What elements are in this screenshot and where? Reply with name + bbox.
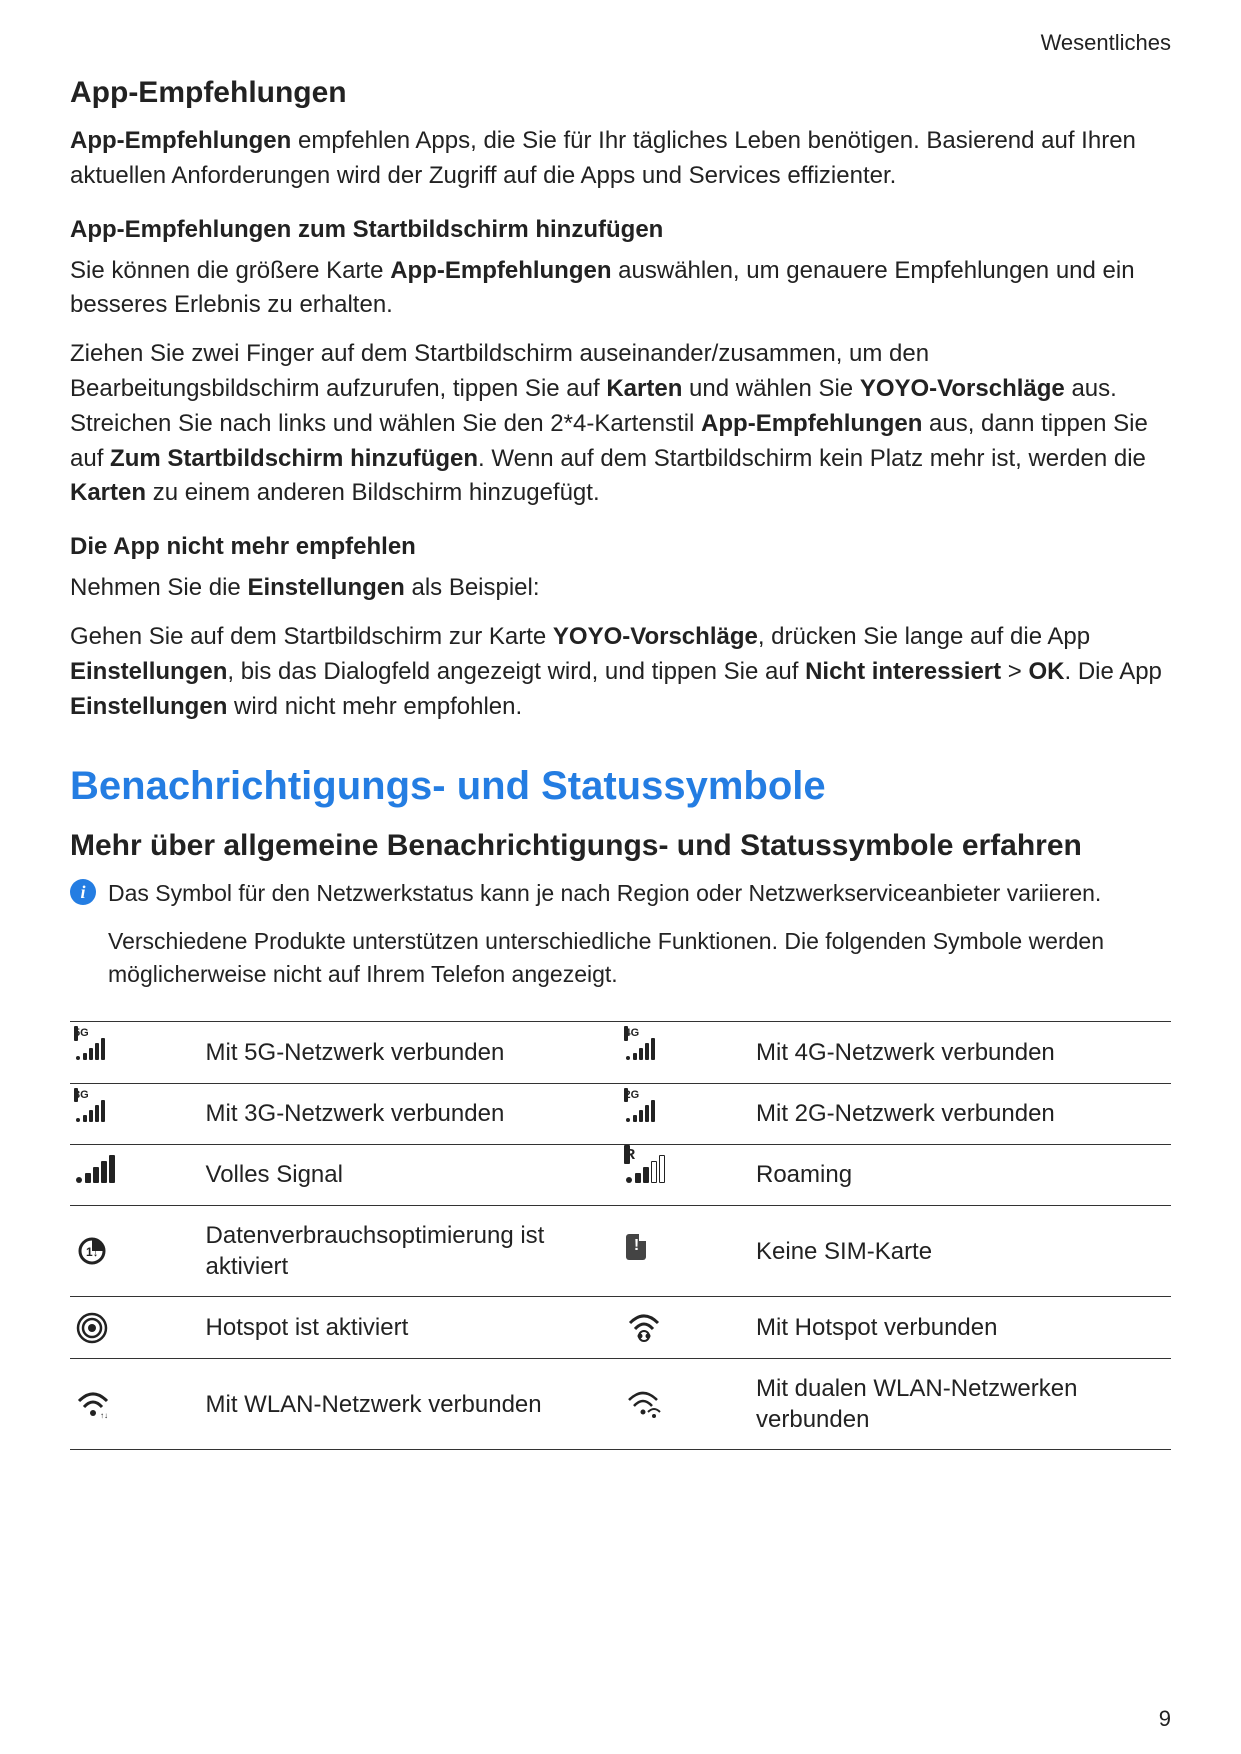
text: Nehmen Sie die bbox=[70, 574, 247, 601]
icon-description: Roaming bbox=[750, 1144, 1171, 1205]
document-page: Wesentliches App-Empfehlungen App-Empfeh… bbox=[0, 0, 1241, 1754]
status-icon-table: 5G Mit 5G-Netzwerk verbunden 4G Mit 4G-N… bbox=[70, 1021, 1171, 1450]
signal-4g-icon: 4G bbox=[620, 1022, 750, 1083]
table-row: Volles Signal R Roaming bbox=[70, 1144, 1171, 1205]
text: und wählen Sie bbox=[682, 375, 859, 402]
bold-text: Karten bbox=[606, 375, 682, 402]
signal-full-icon bbox=[70, 1144, 200, 1205]
bold-text: Zum Startbildschirm hinzufügen bbox=[110, 445, 478, 472]
table-row: ↑↓ Mit WLAN-Netzwerk verbunden Mit duale… bbox=[70, 1358, 1171, 1449]
note-text: Verschiedene Produkte unterstützen unter… bbox=[108, 925, 1171, 992]
bold-text: Einstellungen bbox=[70, 658, 227, 685]
text: , bis das Dialogfeld angezeigt wird, und… bbox=[227, 658, 805, 685]
bold-text: YOYO-Vorschläge bbox=[553, 623, 758, 650]
svg-text:1↓: 1↓ bbox=[86, 1245, 99, 1259]
icon-description: Mit dualen WLAN-Netzwerken verbunden bbox=[750, 1358, 1171, 1449]
wifi-icon: ↑↓ bbox=[70, 1358, 200, 1449]
bold-text: App-Empfehlungen bbox=[390, 257, 611, 284]
text: . Wenn auf dem Startbildschirm kein Plat… bbox=[478, 445, 1146, 472]
hotspot-icon bbox=[70, 1297, 200, 1359]
page-number: 9 bbox=[1159, 1706, 1171, 1732]
paragraph: Gehen Sie auf dem Startbildschirm zur Ka… bbox=[70, 620, 1171, 724]
icon-description: Mit 4G-Netzwerk verbunden bbox=[750, 1022, 1171, 1083]
text: , drücken Sie lange auf die App bbox=[758, 623, 1090, 650]
signal-3g-icon: 3G bbox=[70, 1083, 200, 1144]
bold-text: Nicht interessiert bbox=[805, 658, 1001, 685]
icon-description: Mit 2G-Netzwerk verbunden bbox=[750, 1083, 1171, 1144]
hotspot-connected-icon bbox=[620, 1297, 750, 1359]
heading-add-to-home: App-Empfehlungen zum Startbildschirm hin… bbox=[70, 216, 1171, 244]
heading-app-empfehlungen: App-Empfehlungen bbox=[70, 76, 1171, 110]
table-row: 5G Mit 5G-Netzwerk verbunden 4G Mit 4G-N… bbox=[70, 1022, 1171, 1083]
note-text: Das Symbol für den Netzwerkstatus kann j… bbox=[108, 877, 1171, 910]
icon-description: Mit 5G-Netzwerk verbunden bbox=[200, 1022, 621, 1083]
text: Sie können die größere Karte bbox=[70, 257, 390, 284]
text: zu einem anderen Bildschirm hinzugefügt. bbox=[146, 479, 600, 506]
icon-description: Mit 3G-Netzwerk verbunden bbox=[200, 1083, 621, 1144]
info-icon: i bbox=[70, 879, 96, 905]
icon-description: Hotspot ist aktiviert bbox=[200, 1297, 621, 1359]
no-sim-icon bbox=[620, 1205, 750, 1296]
info-note: i Das Symbol für den Netzwerkstatus kann… bbox=[70, 877, 1171, 1005]
paragraph: Sie können die größere Karte App-Empfehl… bbox=[70, 254, 1171, 324]
table-row: 3G Mit 3G-Netzwerk verbunden 2G Mit 2G-N… bbox=[70, 1083, 1171, 1144]
paragraph: App-Empfehlungen empfehlen Apps, die Sie… bbox=[70, 124, 1171, 194]
paragraph: Ziehen Sie zwei Finger auf dem Startbild… bbox=[70, 337, 1171, 511]
bold-text: App-Empfehlungen bbox=[701, 410, 922, 437]
signal-2g-icon: 2G bbox=[620, 1083, 750, 1144]
bold-text: Karten bbox=[70, 479, 146, 506]
bold-text: Einstellungen bbox=[70, 693, 227, 720]
text: als Beispiel: bbox=[405, 574, 540, 601]
heading-stop-recommend: Die App nicht mehr empfehlen bbox=[70, 533, 1171, 561]
signal-roaming-icon: R bbox=[620, 1144, 750, 1205]
icon-description: Volles Signal bbox=[200, 1144, 621, 1205]
wifi-dual-icon bbox=[620, 1358, 750, 1449]
text: . Die App bbox=[1065, 658, 1162, 685]
bold-text: OK bbox=[1029, 658, 1065, 685]
svg-text:↑↓: ↑↓ bbox=[100, 1411, 108, 1419]
signal-5g-icon: 5G bbox=[70, 1022, 200, 1083]
icon-description: Keine SIM-Karte bbox=[750, 1205, 1171, 1296]
heading-status-icons: Mehr über allgemeine Benachrichtigungs- … bbox=[70, 829, 1171, 863]
data-optimization-icon: 1↓ bbox=[70, 1205, 200, 1296]
bold-text: Einstellungen bbox=[247, 574, 404, 601]
text: > bbox=[1001, 658, 1028, 685]
icon-description: Datenverbrauchsoptimierung ist aktiviert bbox=[200, 1205, 621, 1296]
note-body: Das Symbol für den Netzwerkstatus kann j… bbox=[108, 877, 1171, 1005]
chapter-title: Benachrichtigungs- und Statussymbole bbox=[70, 764, 1171, 809]
bold-text: App-Empfehlungen bbox=[70, 127, 291, 154]
breadcrumb: Wesentliches bbox=[70, 30, 1171, 56]
icon-description: Mit WLAN-Netzwerk verbunden bbox=[200, 1358, 621, 1449]
paragraph: Nehmen Sie die Einstellungen als Beispie… bbox=[70, 571, 1171, 606]
bold-text: YOYO-Vorschläge bbox=[860, 375, 1065, 402]
text: Gehen Sie auf dem Startbildschirm zur Ka… bbox=[70, 623, 553, 650]
table-row: 1↓ Datenverbrauchsoptimierung ist aktivi… bbox=[70, 1205, 1171, 1296]
text: wird nicht mehr empfohlen. bbox=[227, 693, 522, 720]
icon-description: Mit Hotspot verbunden bbox=[750, 1297, 1171, 1359]
table-row: Hotspot ist aktiviert Mit Hotspot verbun… bbox=[70, 1297, 1171, 1359]
